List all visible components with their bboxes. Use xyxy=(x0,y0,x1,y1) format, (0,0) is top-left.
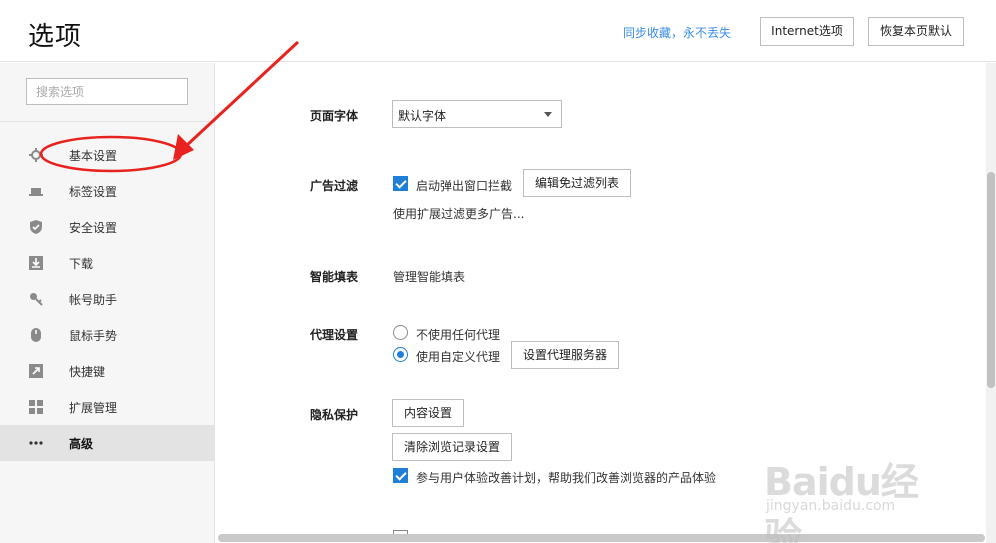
key-icon xyxy=(30,293,43,306)
sidebar-item-account[interactable]: 帐号助手 xyxy=(0,281,215,317)
sidebar-item-basic[interactable]: 基本设置 xyxy=(0,137,215,173)
sidebar-item-extensions[interactable]: 扩展管理 xyxy=(0,389,215,425)
custom-proxy-label: 使用自定义代理 xyxy=(416,350,501,364)
sidebar-divider xyxy=(0,121,215,122)
page-title: 选项 xyxy=(28,22,83,52)
sidebar-item-tabs[interactable]: 标签设置 xyxy=(0,173,215,209)
sidebar-item-label: 快捷键 xyxy=(69,365,106,379)
content-settings-button[interactable]: 内容设置 xyxy=(392,399,464,427)
sidebar: 基本设置 标签设置 安全设置 下载 帐号助手 鼠标手势 快捷键 扩展管理 高级 xyxy=(0,63,215,543)
sidebar-item-advanced[interactable]: 高级 xyxy=(0,425,215,461)
sidebar-item-label: 下载 xyxy=(69,257,94,271)
popup-block-label: 启动弹出窗口拦截 xyxy=(416,179,513,193)
horizontal-scroll-thumb[interactable] xyxy=(218,534,985,542)
sidebar-item-label: 扩展管理 xyxy=(69,401,118,415)
gear-icon xyxy=(29,148,43,162)
internet-options-button[interactable]: Internet选项 xyxy=(760,17,854,46)
sidebar-item-label: 标签设置 xyxy=(69,185,118,199)
font-section-label: 页面字体 xyxy=(310,109,359,123)
download-icon xyxy=(29,256,43,270)
sidebar-item-label: 高级 xyxy=(69,437,94,451)
font-select-value: 默认字体 xyxy=(398,109,447,123)
settings-content: 页面字体 默认字体 广告过滤 启动弹出窗口拦截 编辑免过滤列表 使用扩展过滤更多… xyxy=(216,63,986,534)
privacy-section-label: 隐私保护 xyxy=(310,408,359,422)
sidebar-item-label: 鼠标手势 xyxy=(69,329,118,343)
no-proxy-radio[interactable] xyxy=(393,325,408,340)
popup-block-checkbox[interactable] xyxy=(393,176,408,191)
manage-autofill-link[interactable]: 管理智能填表 xyxy=(393,268,465,285)
adblock-section-label: 广告过滤 xyxy=(310,179,359,193)
sidebar-item-security[interactable]: 安全设置 xyxy=(0,209,215,245)
vertical-scroll-thumb[interactable] xyxy=(987,172,995,388)
tab-icon xyxy=(29,188,43,196)
custom-proxy-radio[interactable] xyxy=(393,347,408,362)
shortcut-arrow-icon xyxy=(29,364,43,378)
restore-defaults-button[interactable]: 恢复本页默认 xyxy=(868,17,964,46)
sidebar-item-mouse[interactable]: 鼠标手势 xyxy=(0,317,215,353)
no-proxy-label: 不使用任何代理 xyxy=(416,328,501,342)
chevron-down-icon xyxy=(544,112,552,117)
set-proxy-button[interactable]: 设置代理服务器 xyxy=(511,341,619,369)
font-select[interactable]: 默认字体 xyxy=(392,100,562,128)
proxy-section-label: 代理设置 xyxy=(310,328,359,342)
extensions-grid-icon xyxy=(29,400,43,414)
header: 选项 同步收藏，永不丢失 Internet选项 恢复本页默认 xyxy=(0,0,996,62)
more-dots-icon xyxy=(29,441,43,445)
sidebar-item-download[interactable]: 下载 xyxy=(0,245,215,281)
sidebar-item-label: 帐号助手 xyxy=(69,293,118,307)
more-adblock-link[interactable]: 使用扩展过滤更多广告... xyxy=(393,205,524,222)
shield-icon xyxy=(30,220,42,234)
clear-history-button[interactable]: 清除浏览记录设置 xyxy=(392,433,512,461)
sidebar-item-shortcuts[interactable]: 快捷键 xyxy=(0,353,215,389)
sidebar-item-label: 安全设置 xyxy=(69,221,118,235)
sidebar-item-label: 基本设置 xyxy=(69,149,118,163)
edit-whitelist-button[interactable]: 编辑免过滤列表 xyxy=(523,169,631,197)
autofill-section-label: 智能填表 xyxy=(310,270,359,284)
ux-program-checkbox[interactable] xyxy=(393,468,408,483)
sync-link[interactable]: 同步收藏，永不丢失 xyxy=(623,24,731,41)
search-input[interactable] xyxy=(26,78,188,105)
ux-program-label: 参与用户体验改善计划，帮助我们改善浏览器的产品体验 xyxy=(416,471,717,485)
mouse-icon xyxy=(31,328,41,342)
